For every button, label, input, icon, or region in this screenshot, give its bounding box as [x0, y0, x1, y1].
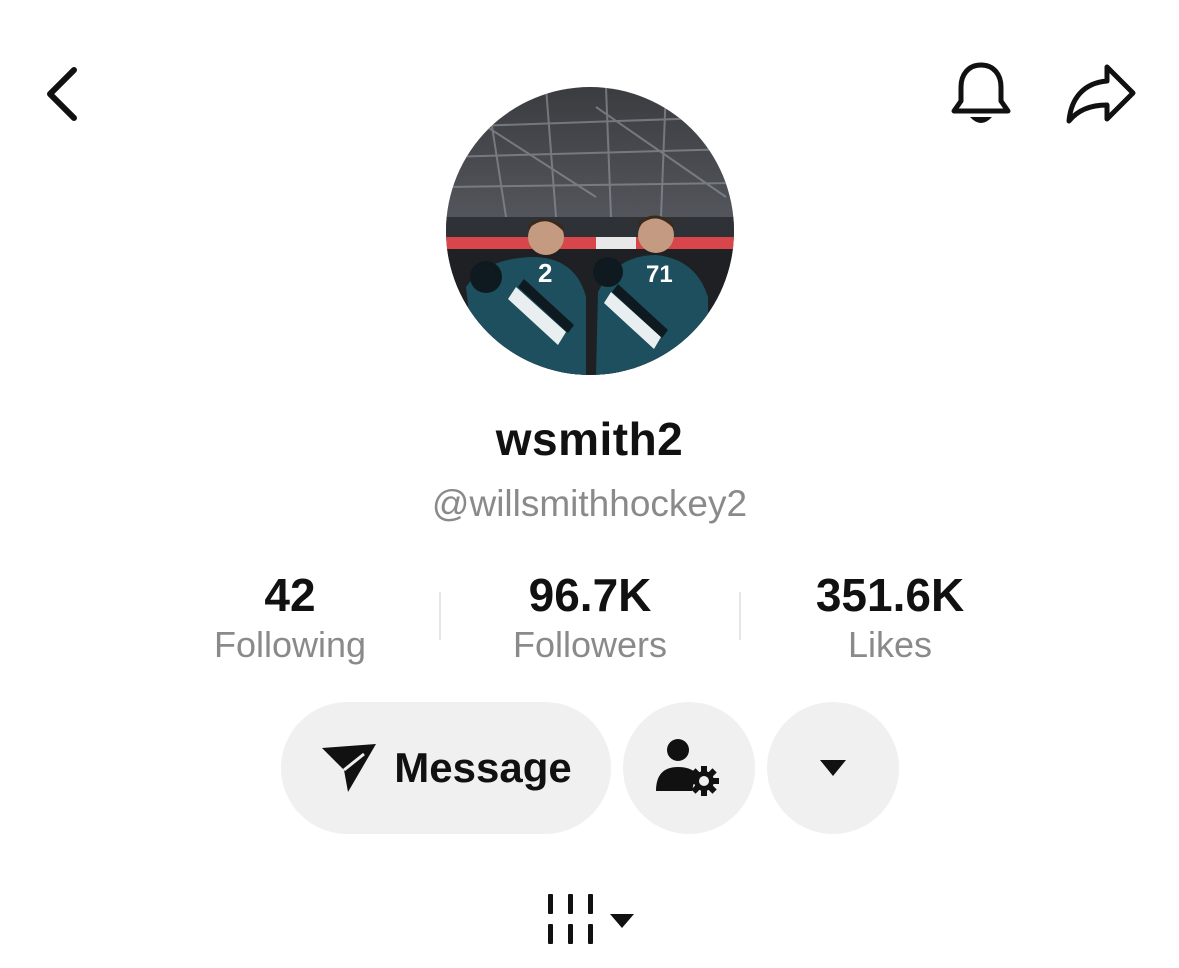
- back-button[interactable]: [30, 58, 94, 130]
- likes-label: Likes: [847, 624, 933, 665]
- followers-count: 96.7K: [528, 569, 652, 621]
- share-button[interactable]: [1060, 56, 1140, 132]
- hockey-players-photo: 2 71: [446, 87, 734, 375]
- following-stat[interactable]: 42 Following: [140, 568, 440, 666]
- svg-text:2: 2: [538, 258, 552, 288]
- following-count: 42: [264, 569, 316, 621]
- likes-count: 351.6K: [815, 569, 965, 621]
- videos-tab[interactable]: [540, 888, 640, 950]
- user-settings-icon: [656, 739, 719, 796]
- profile-avatar[interactable]: 2 71: [446, 87, 734, 375]
- following-label: Following: [213, 624, 367, 665]
- more-options-button[interactable]: [767, 702, 899, 834]
- message-button-label: Message: [394, 744, 572, 791]
- followers-label: Followers: [512, 624, 668, 665]
- message-button[interactable]: Message: [281, 702, 611, 834]
- username-handle: @willsmithhockey2: [431, 483, 748, 524]
- caret-down-icon: [820, 760, 846, 776]
- follow-settings-button[interactable]: [623, 702, 755, 834]
- notifications-button[interactable]: [944, 56, 1018, 132]
- likes-stat[interactable]: 351.6K Likes: [740, 568, 1040, 666]
- chevron-left-icon: [47, 67, 77, 121]
- bell-icon: [951, 62, 1011, 123]
- svg-text:71: 71: [646, 261, 673, 288]
- followers-stat[interactable]: 96.7K Followers: [440, 568, 740, 666]
- grid-tab-icon: [548, 894, 634, 944]
- display-name: wsmith2: [495, 413, 684, 465]
- share-arrow-icon: [1066, 64, 1136, 124]
- send-icon: [322, 744, 377, 792]
